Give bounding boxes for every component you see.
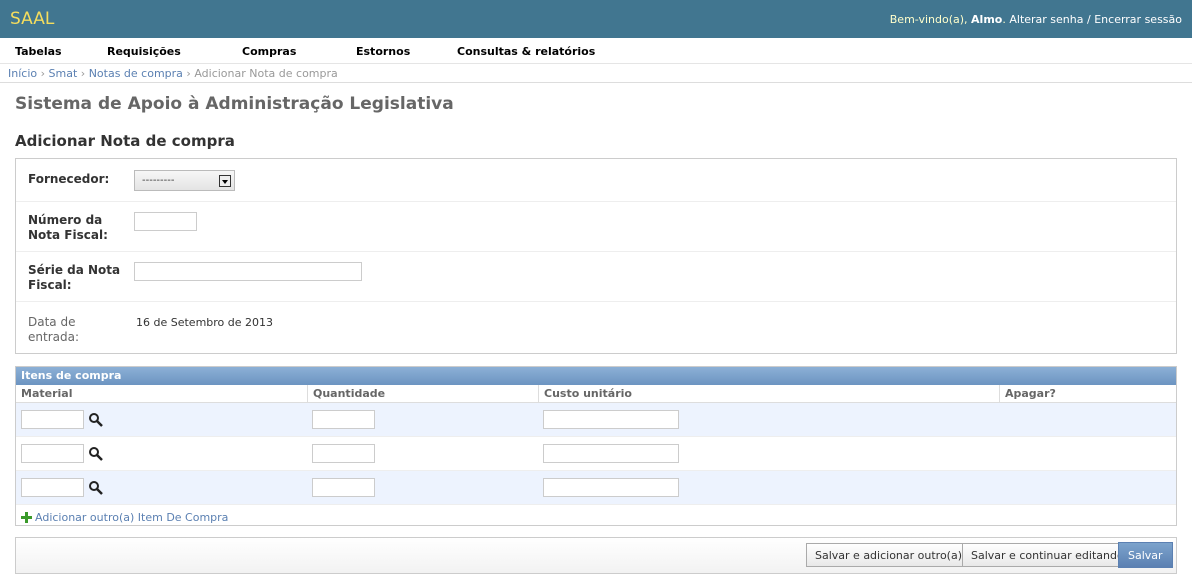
menu-item-compras[interactable]: Compras bbox=[242, 45, 296, 58]
material-input[interactable] bbox=[21, 410, 84, 429]
fornecedor-select[interactable]: --------- bbox=[134, 170, 235, 191]
row-numero: Número da Nota Fiscal: bbox=[16, 202, 1176, 252]
quantidade-input[interactable] bbox=[312, 444, 375, 463]
numero-label: Número da Nota Fiscal: bbox=[28, 213, 124, 243]
quantidade-input[interactable] bbox=[312, 410, 375, 429]
menu-item-consultas[interactable]: Consultas & relatórios bbox=[457, 45, 595, 58]
custo-input[interactable] bbox=[543, 478, 679, 497]
inline-title: Itens de compra bbox=[16, 367, 1176, 385]
fornecedor-label: Fornecedor: bbox=[28, 172, 110, 186]
breadcrumb-sep: › bbox=[186, 67, 191, 80]
serie-label-line1: Série da Nota bbox=[28, 263, 121, 277]
breadcrumb-sep: › bbox=[40, 67, 46, 80]
row-fornecedor: Fornecedor: --------- bbox=[16, 159, 1176, 202]
numero-nota-input[interactable] bbox=[134, 212, 197, 231]
menu-item-tabelas[interactable]: Tabelas bbox=[15, 45, 62, 58]
menu-item-requisicoes[interactable]: Requisições bbox=[107, 45, 181, 58]
magnifier-icon[interactable] bbox=[88, 446, 104, 462]
custo-input[interactable] bbox=[543, 444, 679, 463]
brand-title[interactable]: SAAL bbox=[10, 9, 54, 29]
serie-label-line2: Fiscal: bbox=[28, 278, 72, 292]
plus-icon bbox=[21, 512, 32, 523]
data-label-line2: entrada: bbox=[28, 330, 79, 344]
serie-nota-input[interactable] bbox=[134, 262, 362, 281]
main-menu: Tabelas Requisições Compras Estornos Con… bbox=[0, 38, 1192, 64]
col-apagar: Apagar? bbox=[999, 385, 1176, 403]
numero-label-line2: Nota Fiscal: bbox=[28, 228, 108, 242]
breadcrumb: Início › Smat › Notas de compra › Adicio… bbox=[0, 64, 1192, 83]
custo-input[interactable] bbox=[543, 410, 679, 429]
separator: / bbox=[1087, 13, 1091, 26]
breadcrumb-notas[interactable]: Notas de compra bbox=[89, 67, 183, 80]
row-serie: Série da Nota Fiscal: bbox=[16, 252, 1176, 302]
site-title: Sistema de Apoio à Administração Legisla… bbox=[15, 94, 454, 114]
change-password-link[interactable]: Alterar senha bbox=[1009, 13, 1083, 26]
quantidade-input[interactable] bbox=[312, 478, 375, 497]
row-data: Data de entrada: 16 de Setembro de 2013 bbox=[16, 302, 1176, 353]
magnifier-icon[interactable] bbox=[88, 412, 104, 428]
table-row bbox=[16, 403, 1176, 437]
main-fieldset: Fornecedor: --------- Número da Nota Fis… bbox=[15, 158, 1177, 354]
chevron-down-icon bbox=[219, 175, 231, 187]
save-add-another-button[interactable]: Salvar e adicionar outro(a) bbox=[806, 543, 972, 567]
header: SAAL Bem-vindo(a), Almo. Alterar senha /… bbox=[0, 0, 1192, 38]
breadcrumb-smat[interactable]: Smat bbox=[49, 67, 78, 80]
material-input[interactable] bbox=[21, 444, 84, 463]
inline-itens-compra: Itens de compra Material Quantidade Cust… bbox=[15, 366, 1177, 526]
add-item-link[interactable]: Adicionar outro(a) Item De Compra bbox=[21, 510, 228, 524]
user-name: Almo bbox=[971, 13, 1003, 26]
welcome-text: Bem-vindo(a), bbox=[889, 13, 968, 26]
table-row bbox=[16, 437, 1176, 471]
data-entrada-value: 16 de Setembro de 2013 bbox=[136, 316, 274, 329]
table-row bbox=[16, 471, 1176, 505]
col-custo: Custo unitário bbox=[538, 385, 999, 403]
data-label: Data de entrada: bbox=[28, 315, 124, 345]
col-material: Material bbox=[16, 385, 307, 403]
fornecedor-value: --------- bbox=[142, 175, 175, 186]
material-input[interactable] bbox=[21, 478, 84, 497]
breadcrumb-inicio[interactable]: Início bbox=[8, 67, 37, 80]
menu-item-estornos[interactable]: Estornos bbox=[356, 45, 410, 58]
breadcrumb-sep: › bbox=[80, 67, 86, 80]
logout-link[interactable]: Encerrar sessão bbox=[1094, 13, 1182, 26]
numero-label-line1: Número da bbox=[28, 213, 103, 227]
data-label-line1: Data de bbox=[28, 315, 76, 329]
save-continue-button[interactable]: Salvar e continuar editando bbox=[962, 543, 1133, 567]
add-item-label: Adicionar outro(a) Item De Compra bbox=[35, 511, 229, 524]
serie-label: Série da Nota Fiscal: bbox=[28, 263, 124, 293]
save-button[interactable]: Salvar bbox=[1118, 542, 1173, 568]
user-tools: Bem-vindo(a), Almo. Alterar senha / Ence… bbox=[889, 13, 1182, 26]
magnifier-icon[interactable] bbox=[88, 480, 104, 496]
col-quantidade: Quantidade bbox=[307, 385, 538, 403]
page-title: Adicionar Nota de compra bbox=[15, 132, 235, 150]
submit-row: Salvar e adicionar outro(a) Salvar e con… bbox=[15, 537, 1177, 574]
breadcrumb-current: Adicionar Nota de compra bbox=[194, 67, 338, 80]
